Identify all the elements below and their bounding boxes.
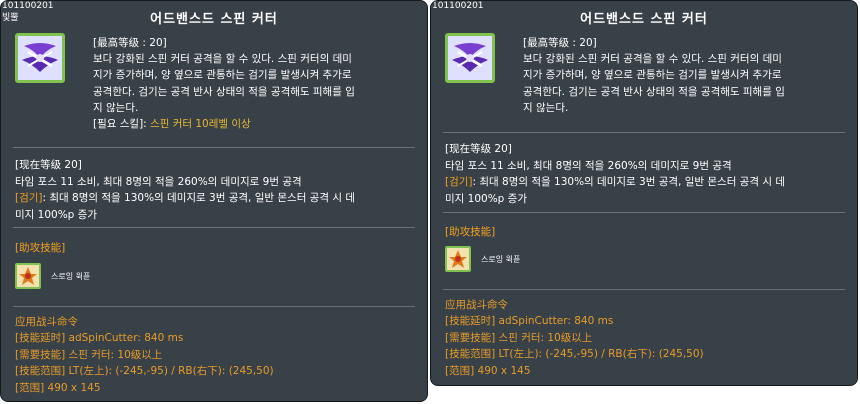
support-skill-label: 스로잉 윅퓬	[481, 255, 521, 264]
battle-command-block: 应用战斗命令 [技能延时] adSpinCutter: 840 ms [需要技能…	[445, 297, 704, 379]
skill-tooltip-right: 101100201 어드밴스드 스핀 커터 [最高等级 : 20] 보다 강화된…	[430, 0, 858, 386]
battle-command-block: 应用战斗命令 [技能延时] adSpinCutter: 840 ms [需要技能…	[15, 314, 274, 396]
sword-energy-tag: [검기]	[15, 192, 43, 204]
command-line: [范围] 490 x 145	[15, 381, 101, 394]
desc-line: 지가 증가하며, 양 옆으로 관통하는 검기를 발생시켜 추가로	[523, 69, 782, 82]
current-effect-line: 타임 포스 11 소비, 최대 8명의 적을 260%의 데미지로 9번 공격	[15, 175, 302, 188]
battle-command-heading: 应用战斗命令	[15, 316, 78, 328]
skill-icon-spin-cutter	[445, 33, 495, 83]
current-level-block: [现在等级 20] 타임 포스 11 소비, 최대 8명의 적을 260%의 데…	[445, 141, 849, 207]
master-level: [最高等级 : 20]	[93, 37, 167, 49]
required-skill: [필요 스킬]: 스핀 커터 10레벨 이상	[93, 116, 417, 132]
support-skill-icon-throwing	[15, 263, 41, 289]
desc-line: 지가 증가하며, 양 옆으로 관통하는 검기를 발생시켜 추가로	[93, 69, 352, 82]
support-skill-label: 스로잉 윅퓬	[51, 272, 91, 281]
support-skill-heading: [助攻技能]	[15, 242, 66, 254]
command-line: [技能范围] LT(左上): (-245,-95) / RB(右下): (245…	[445, 348, 704, 361]
current-level: [现在等级 20]	[15, 159, 82, 171]
skill-icon-spin-cutter	[15, 33, 65, 83]
divider	[13, 147, 415, 148]
required-skill-label: [필요 스킬]:	[93, 118, 151, 131]
skill-title: 어드밴스드 스핀 커터	[150, 12, 278, 27]
sword-energy-tag: [검기]	[445, 176, 473, 188]
divider	[443, 289, 845, 290]
current-effect-line: [검기]: 최대 8명의 적을 130%의 데미지로 3번 공격, 일반 몬스터…	[445, 176, 786, 188]
divider	[13, 227, 415, 228]
current-effect-line: 타임 포스 11 소비, 최대 8명의 적을 260%의 데미지로 9번 공격	[445, 159, 732, 172]
desc-line: 지 않는다.	[523, 101, 569, 114]
desc-line: 보다 강화된 스핀 커터 공격을 할 수 있다. 스핀 커터의 데미	[523, 53, 782, 66]
command-line: [技能延时] adSpinCutter: 840 ms	[15, 332, 184, 345]
divider	[443, 132, 845, 133]
current-effect-line: 미지 100%p 증가	[445, 192, 527, 205]
skill-description: [最高等级 : 20] 보다 강화된 스핀 커터 공격을 할 수 있다. 스핀 …	[93, 35, 417, 132]
skill-title: 어드밴스드 스핀 커터	[580, 12, 708, 27]
desc-line: 공격한다. 검기는 공격 반사 상태의 적을 공격해도 피해를 입	[523, 85, 785, 98]
desc-line: 공격한다. 검기는 공격 반사 상태의 적을 공격해도 피해를 입	[93, 85, 355, 98]
skill-description: [最高等级 : 20] 보다 강화된 스핀 커터 공격을 할 수 있다. 스핀 …	[523, 35, 847, 116]
command-line: [需要技能] 스핀 커터: 10级以上	[15, 348, 163, 361]
support-skill-icon-throwing	[445, 246, 471, 272]
command-line: [技能范围] LT(左上): (-245,-95) / RB(右下): (245…	[15, 365, 274, 378]
desc-line: 지 않는다.	[93, 101, 139, 114]
command-line: [需要技能] 스핀 커터: 10级以上	[445, 331, 593, 344]
command-line: [技能延时] adSpinCutter: 840 ms	[445, 315, 614, 328]
skill-tooltip-left: 101100201 빛뿔 어드밴스드 스핀 커터 [最高等级 : 20] 보다 …	[0, 0, 428, 402]
master-level: [最高等级 : 20]	[523, 37, 597, 49]
current-effect-line: 미지 100%p 증가	[15, 208, 97, 221]
battle-command-heading: 应用战斗命令	[445, 299, 508, 311]
current-level-block: [现在等级 20] 타임 포스 11 소비, 최대 8명의 적을 260%의 데…	[15, 157, 419, 223]
support-skill-heading: [助攻技能]	[445, 226, 496, 238]
current-level: [现在等级 20]	[445, 143, 512, 155]
desc-line: 보다 강화된 스핀 커터 공격을 할 수 있다. 스핀 커터의 데미	[93, 53, 352, 66]
divider	[443, 212, 845, 213]
required-skill-value: 스핀 커터 10레벨 이상	[150, 118, 251, 131]
current-effect-line: [검기]: 최대 8명의 적을 130%의 데미지로 3번 공격, 일반 몬스터…	[15, 192, 356, 204]
command-line: [范围] 490 x 145	[445, 364, 531, 377]
divider	[13, 306, 415, 307]
